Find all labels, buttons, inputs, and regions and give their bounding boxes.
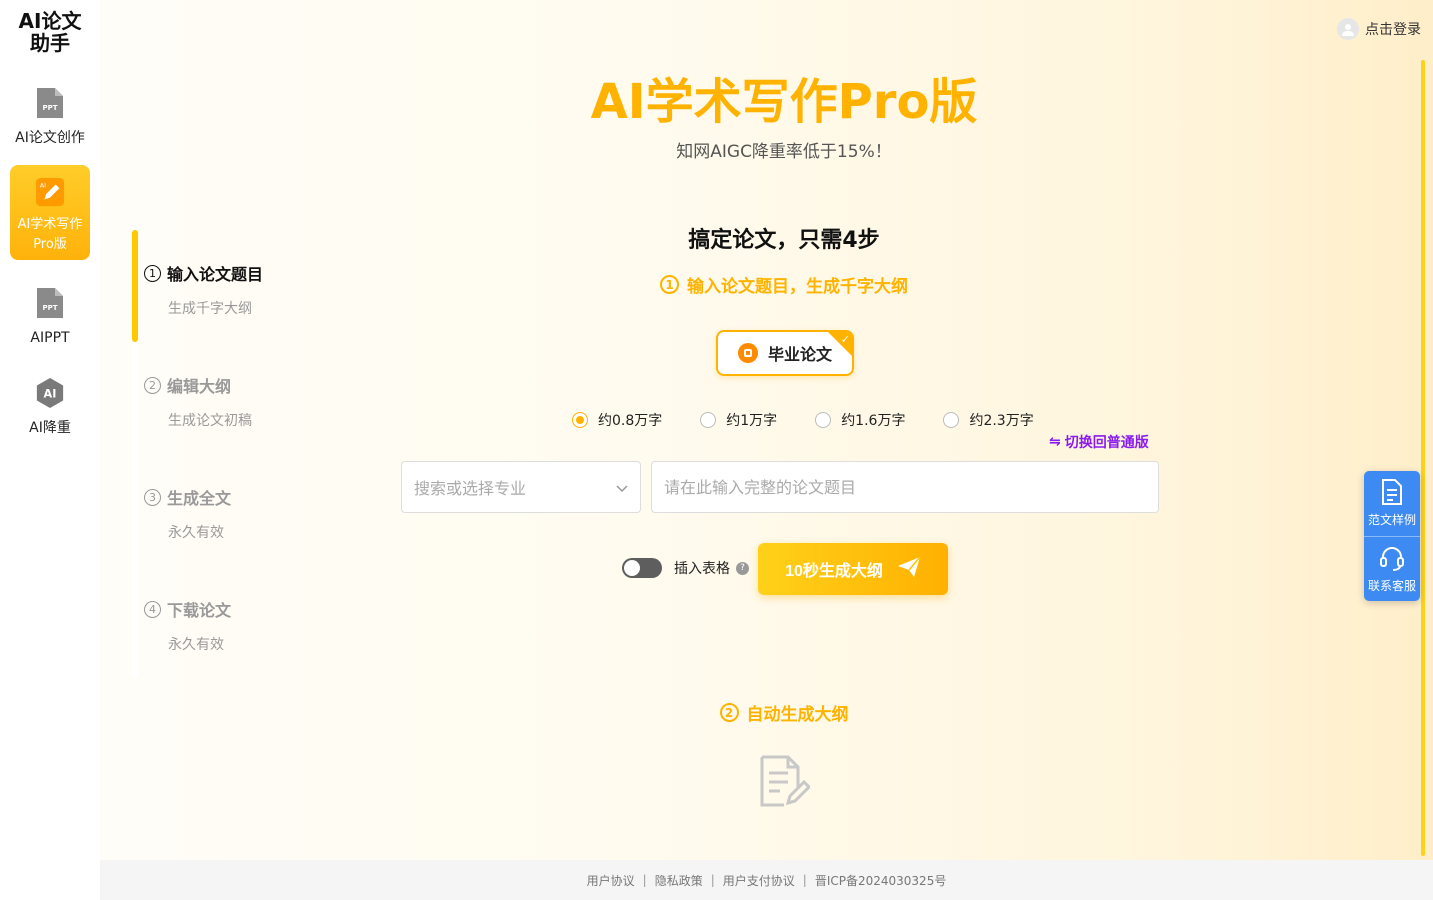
step-number: 2 [144,376,161,394]
footer-separator: | [642,873,647,887]
word-count-option[interactable]: 约1.6万字 [815,410,905,430]
nav-label: AI学术写作Pro版 [17,217,83,252]
svg-text:AI: AI [44,388,57,401]
step1-heading: 1 输入论文题目，生成千字大纲 [100,272,1433,297]
ai-shield-icon: AI [35,376,65,410]
step-subtitle: 永久有效 [168,525,224,541]
step-subtitle: 永久有效 [168,637,224,653]
swap-icon: ⇋ [1049,434,1061,450]
ppt-file-icon: PPT [35,286,65,320]
nav-label: AI论文创作 [15,130,85,146]
footer: 用户协议 | 隐私政策 | 用户支付协议 | 晋ICP备2024030325号 [100,860,1433,900]
footer-separator: | [802,873,807,887]
sample-papers-button[interactable]: 范文样例 [1364,471,1420,536]
svg-text:AI: AI [40,181,46,189]
step2-heading: 2 自动生成大纲 [100,700,1433,725]
radio-icon [572,412,588,428]
word-count-label: 约2.3万字 [969,413,1034,429]
left-nav: AI论文助手 PPT AI论文创作 AI AI学术写作Pro版 PPT AIPP… [0,0,100,900]
sample-papers-label: 范文样例 [1367,513,1416,527]
step-list: 1 输入论文题目 生成千字大纲 2 编辑大纲 生成论文初稿 3 生成全文 永久有效 4… [132,230,352,678]
radio-icon [700,412,717,428]
section-heading: 搞定论文，只需4步 [688,228,880,253]
paper-title-input[interactable] [651,461,1159,513]
user-avatar-icon [1337,18,1359,40]
major-select[interactable]: 搜索或选择专业 [401,461,641,513]
word-count-option[interactable]: 约0.8万字 [572,410,662,430]
page-subtitle: 知网AIGC降重率低于15%！ [676,142,892,162]
step-item[interactable]: 4 下载论文 永久有效 [144,597,344,654]
radio-icon [815,412,832,428]
nav-label: AI降重 [29,420,71,436]
footer-link-user-agreement[interactable]: 用户协议 [587,872,635,889]
headset-icon [1379,545,1405,574]
insert-table-toggle[interactable] [622,558,662,578]
word-count-option[interactable]: 约1万字 [700,410,777,430]
switch-to-normal-link[interactable]: ⇋ 切换回普通版 [1049,432,1149,452]
document-icon [1380,479,1404,508]
major-placeholder: 搜索或选择专业 [414,479,527,498]
paper-type-card[interactable]: 毕业论文 ✓ [716,330,854,376]
generate-outline-button[interactable]: 10秒生成大纲 [758,543,948,595]
check-icon: ✓ [840,333,850,346]
word-count-label: 约0.8万字 [598,413,663,429]
ppt-file-icon: PPT [35,86,65,120]
step-subtitle: 生成千字大纲 [168,301,252,317]
footer-separator: | [710,873,715,887]
nav-item-aippt[interactable]: PPT AIPPT [10,286,90,356]
login-link[interactable]: 点击登录 [1337,18,1421,40]
floating-help-panel: 范文样例 联系客服 [1364,471,1420,601]
nav-label: AIPPT [30,330,70,346]
scrollbar[interactable] [1421,60,1425,856]
contact-support-button[interactable]: 联系客服 [1364,536,1420,601]
word-count-options: 约0.8万字 约1万字 约1.6万字 约2.3万字 [572,410,1072,430]
step1-label: 输入论文题目，生成千字大纲 [687,277,908,297]
step-subtitle: 生成论文初稿 [168,413,252,429]
step-title: 下载论文 [167,601,232,620]
insert-table-row: 插入表格 ? [622,558,749,578]
contact-support-label: 联系客服 [1367,578,1416,593]
step-number: 4 [144,600,161,618]
document-edit-icon [758,755,812,813]
main-area: 点击登录 AI学术写作Pro版 知网AIGC降重率低于15%！ 1 输入论文题目 … [100,0,1433,860]
footer-link-payment-agreement[interactable]: 用户支付协议 [723,872,795,889]
nav-item-ai-paper[interactable]: PPT AI论文创作 [10,86,90,156]
footer-link-privacy[interactable]: 隐私政策 [655,872,703,889]
step2-label: 自动生成大纲 [746,705,849,725]
step-title: 编辑大纲 [167,377,232,396]
word-count-label: 约1.6万字 [841,413,906,429]
login-label: 点击登录 [1365,22,1421,38]
ai-pen-icon: AI [35,175,65,209]
step-number: 3 [144,488,161,506]
step2-number: 2 [719,703,739,722]
step-item[interactable]: 2 编辑大纲 生成论文初稿 [144,373,344,430]
nav-item-pro-writing[interactable]: AI AI学术写作Pro版 [10,165,90,260]
step1-number: 1 [660,275,679,294]
page-title: AI学术写作Pro版 [590,74,978,130]
generate-label: 10秒生成大纲 [785,563,883,580]
step-title: 生成全文 [167,489,232,508]
footer-link-icp[interactable]: 晋ICP备2024030325号 [815,872,947,889]
radio-icon [943,412,960,428]
word-count-label: 约1万字 [726,413,778,429]
paper-type-label: 毕业论文 [767,345,832,364]
svg-text:PPT: PPT [42,304,57,312]
nav-item-ai-rewrite[interactable]: AI AI降重 [10,376,90,446]
chevron-down-icon [616,478,628,497]
paper-plane-icon [897,556,921,583]
word-count-option[interactable]: 约2.3万字 [943,410,1034,430]
paper-type-icon [737,343,758,363]
app-logo[interactable]: AI论文助手 [0,10,100,54]
help-icon[interactable]: ? [736,561,749,575]
switch-label: 切换回普通版 [1064,435,1149,451]
svg-text:PPT: PPT [42,104,57,112]
step-item[interactable]: 3 生成全文 永久有效 [144,485,344,542]
insert-table-label: 插入表格 [674,561,730,577]
